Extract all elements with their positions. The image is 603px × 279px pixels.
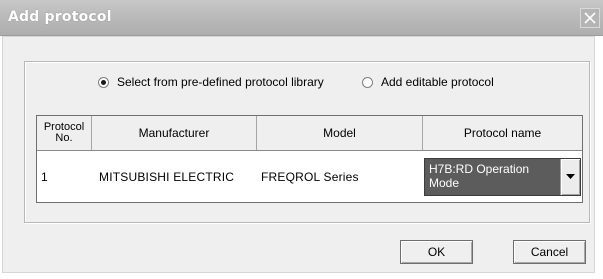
editable-protocol-radio[interactable] [362,76,373,88]
dialog-title: Add protocol [8,9,112,25]
protocol-name-dropdown[interactable]: H7B:RD Operation Mode [424,158,581,196]
close-icon [584,12,596,24]
header-protocol-name[interactable]: Protocol name [423,116,582,150]
header-protocol-no[interactable]: Protocol No. [37,116,92,150]
chevron-down-icon [566,174,575,179]
editable-protocol-label[interactable]: Add editable protocol [381,75,494,89]
ok-button[interactable]: OK [400,240,473,264]
dropdown-button[interactable] [560,159,580,195]
protocol-name-value: H7B:RD Operation Mode [429,162,530,190]
cell-manufacturer[interactable]: MITSUBISHI ELECTRIC [92,151,257,203]
header-model[interactable]: Model [257,116,423,150]
cell-protocol-no[interactable]: 1 [37,151,92,203]
predefined-library-option[interactable]: Select from pre-defined protocol library [98,74,324,90]
header-manufacturer[interactable]: Manufacturer [92,116,257,150]
cancel-button[interactable]: Cancel [513,240,586,264]
dialog-body: Select from pre-defined protocol library… [2,36,595,273]
close-button[interactable] [580,8,600,28]
editable-protocol-option[interactable]: Add editable protocol [362,74,494,90]
predefined-library-radio[interactable] [98,76,109,88]
add-protocol-dialog: Add protocol Select from pre-defined pro… [0,0,603,279]
table-row[interactable]: 1 MITSUBISHI ELECTRIC FREQROL Series H7B… [37,151,582,203]
title-bar[interactable]: Add protocol [0,0,603,36]
table-header: Protocol No. Manufacturer Model Protocol… [37,116,582,151]
predefined-library-label[interactable]: Select from pre-defined protocol library [117,75,324,89]
protocol-table: Protocol No. Manufacturer Model Protocol… [36,115,583,203]
cell-model[interactable]: FREQROL Series [257,151,423,203]
